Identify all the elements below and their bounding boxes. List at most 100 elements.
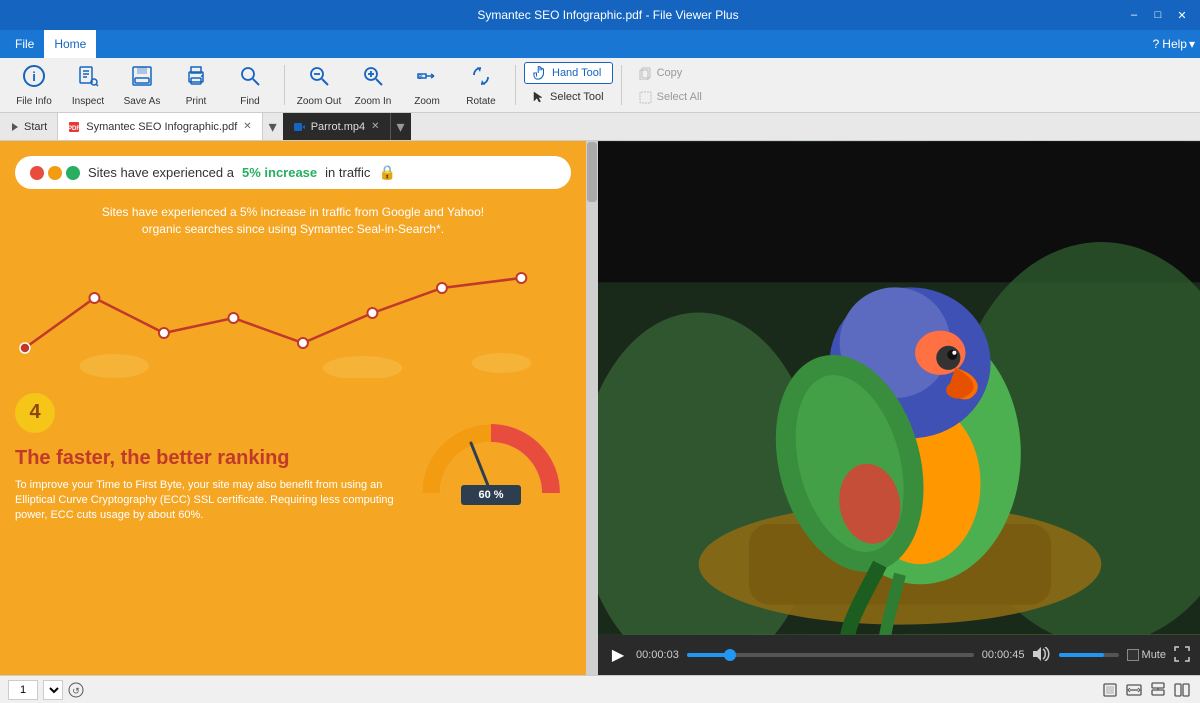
zoom-out-icon xyxy=(307,64,331,94)
tool-group-main: i File Info Inspect xyxy=(8,61,276,109)
copy-icon xyxy=(639,67,652,80)
top-banner: Sites have experienced a 5% increase in … xyxy=(15,156,571,189)
window-controls: – □ ✕ xyxy=(1126,7,1190,23)
progress-thumb[interactable] xyxy=(724,649,736,661)
svg-text:i: i xyxy=(32,69,36,84)
help-icon: ? xyxy=(1153,37,1160,51)
title-bar: Symantec SEO Infographic.pdf - File View… xyxy=(0,0,1200,30)
mute-checkbox[interactable] xyxy=(1127,649,1139,661)
video-tab[interactable]: Parrot.mp4 ✕ xyxy=(283,113,391,140)
continuous-scroll-icon[interactable] xyxy=(1148,680,1168,700)
rotate-button[interactable]: Rotate xyxy=(455,61,507,109)
infographic-description: Sites have experienced a 5% increase in … xyxy=(15,204,571,238)
section-4-left: 4 The faster, the better ranking To impr… xyxy=(15,393,396,524)
banner-text-suffix: in traffic xyxy=(325,165,370,180)
pdf-tab[interactable]: PDF Symantec SEO Infographic.pdf ✕ xyxy=(58,113,262,140)
parrot-image xyxy=(598,141,1200,635)
maximize-button[interactable]: □ xyxy=(1150,7,1166,23)
copy-tools-group: Copy Select All xyxy=(630,62,711,108)
file-info-icon: i xyxy=(22,64,46,94)
video-frame xyxy=(598,141,1200,635)
section-4: 4 The faster, the better ranking To impr… xyxy=(15,393,571,524)
two-page-icon[interactable] xyxy=(1172,680,1192,700)
menu-help[interactable]: ? Help ▾ xyxy=(1153,37,1195,51)
section-title: The faster, the better ranking xyxy=(15,446,396,470)
video-tab-close[interactable]: ✕ xyxy=(371,121,379,132)
dot-orange xyxy=(48,166,62,180)
video-tab-icon xyxy=(293,121,305,133)
print-icon xyxy=(184,64,208,94)
pdf-scroll-thumb[interactable] xyxy=(587,142,597,202)
minimize-button[interactable]: – xyxy=(1126,7,1142,23)
svg-text:60 %: 60 % xyxy=(478,489,503,501)
section-number-badge: 4 xyxy=(15,393,55,433)
start-tab[interactable]: Start xyxy=(0,113,58,140)
infographic-content: Sites have experienced a 5% increase in … xyxy=(0,141,586,675)
fullscreen-button[interactable] xyxy=(1174,646,1190,665)
bottom-view-icons xyxy=(1100,680,1192,700)
close-button[interactable]: ✕ xyxy=(1174,7,1190,23)
toolbar-separator-1 xyxy=(284,65,285,105)
zoom-in-button[interactable]: Zoom In xyxy=(347,61,399,109)
banner-text-prefix: Sites have experienced a xyxy=(88,165,234,180)
parrot-svg xyxy=(598,141,1200,635)
toolbar-separator-2 xyxy=(515,65,516,105)
find-button[interactable]: Find xyxy=(224,61,276,109)
svg-text:PDF: PDF xyxy=(68,126,80,132)
page-dropdown[interactable]: ▾ xyxy=(43,680,63,700)
select-tool-button[interactable]: Select Tool xyxy=(524,86,613,108)
menu-file[interactable]: File xyxy=(5,30,44,58)
save-as-button[interactable]: Save As xyxy=(116,61,168,109)
gauge-container: 60 % xyxy=(411,393,571,518)
window-title: Symantec SEO Infographic.pdf - File View… xyxy=(90,8,1126,22)
bottom-bar: ▾ ↺ xyxy=(0,675,1200,703)
mute-button[interactable]: Mute xyxy=(1127,649,1166,661)
right-tools-group: Hand Tool Select Tool xyxy=(524,62,613,108)
svg-text:↺: ↺ xyxy=(72,686,80,696)
fit-width-icon[interactable] xyxy=(1124,680,1144,700)
pdf-icon: PDF xyxy=(68,121,80,133)
current-time: 00:00:03 xyxy=(636,649,679,661)
inspect-button[interactable]: Inspect xyxy=(62,61,114,109)
traffic-light-dots xyxy=(30,166,80,180)
find-icon xyxy=(238,64,262,94)
pdf-tab-close[interactable]: ✕ xyxy=(243,121,251,132)
select-all-icon xyxy=(639,91,652,104)
pdf-scrollbar[interactable] xyxy=(586,141,598,675)
main-content: Sites have experienced a 5% increase in … xyxy=(0,141,1200,675)
lock-icon: 🔒 xyxy=(378,164,395,181)
print-button[interactable]: Print xyxy=(170,61,222,109)
rotate-icon xyxy=(469,64,493,94)
save-as-icon xyxy=(130,64,154,94)
chart-area xyxy=(15,258,571,378)
svg-text:⊕: ⊕ xyxy=(417,74,423,81)
volume-icon[interactable] xyxy=(1033,647,1051,664)
fit-page-icon[interactable] xyxy=(1100,680,1120,700)
volume-bar[interactable] xyxy=(1059,653,1119,657)
zoom-out-button[interactable]: Zoom Out xyxy=(293,61,345,109)
zoom-icon: ⊕ xyxy=(415,64,439,94)
help-dropdown-icon: ▾ xyxy=(1189,37,1195,51)
menu-bar: File Home ? Help ▾ xyxy=(0,30,1200,58)
play-button[interactable]: ▶ xyxy=(608,645,628,665)
toolbar-separator-3 xyxy=(621,65,622,105)
progress-bar[interactable] xyxy=(687,653,974,657)
chart-svg xyxy=(15,258,571,378)
select-all-button[interactable]: Select All xyxy=(630,86,711,108)
zoom-button[interactable]: ⊕ Zoom xyxy=(401,61,453,109)
hand-icon xyxy=(533,66,547,80)
gauge-svg: 60 % xyxy=(411,393,571,513)
page-number-input[interactable] xyxy=(8,680,38,700)
section-description: To improve your Time to First Byte, your… xyxy=(15,478,396,524)
menu-home[interactable]: Home xyxy=(44,30,96,58)
pdf-tab-dropdown[interactable]: ▾ xyxy=(263,113,283,140)
page-nav-icon: ↺ xyxy=(68,682,84,698)
pdf-viewer: Sites have experienced a 5% increase in … xyxy=(0,141,598,675)
file-info-button[interactable]: i File Info xyxy=(8,61,60,109)
zoom-in-icon xyxy=(361,64,385,94)
hand-tool-button[interactable]: Hand Tool xyxy=(524,62,613,84)
copy-button[interactable]: Copy xyxy=(630,62,711,84)
banner-highlight: 5% increase xyxy=(242,165,317,180)
video-player: ▶ 00:00:03 00:00:45 Mute xyxy=(598,141,1200,675)
video-tab-dropdown[interactable]: ▾ xyxy=(391,113,411,140)
